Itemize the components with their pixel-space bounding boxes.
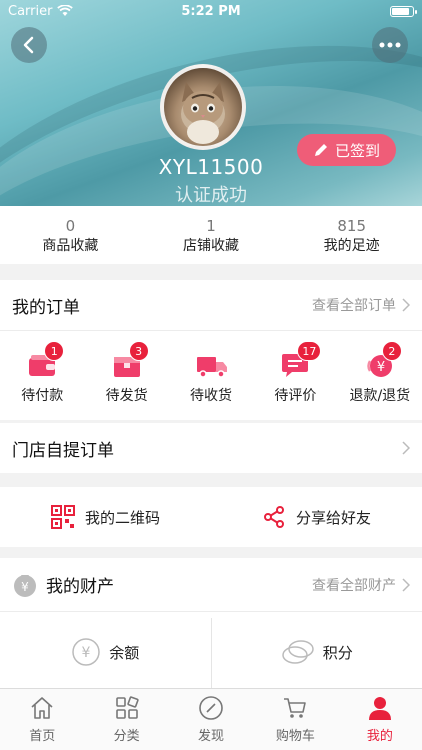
chevron-right-icon <box>402 577 410 592</box>
order-label: 待发货 <box>105 388 148 404</box>
avatar[interactable] <box>160 64 246 150</box>
order-label: 退款/退货 <box>349 388 411 404</box>
stat-count: 815 <box>337 217 366 235</box>
wealth-title: 我的财产 <box>46 577 114 597</box>
user-icon <box>368 697 391 720</box>
wifi-icon <box>57 5 74 16</box>
category-icon <box>115 696 139 719</box>
order-pending-payment[interactable]: 1 待付款 <box>0 331 84 420</box>
status-bar: Carrier 5:22 PM <box>0 0 422 22</box>
signin-button[interactable]: 已签到 <box>297 134 396 166</box>
tab-home[interactable]: 首页 <box>0 689 84 750</box>
chevron-right-icon <box>402 441 410 455</box>
svg-text:¥: ¥ <box>21 580 29 594</box>
order-badge: 3 <box>128 341 149 361</box>
order-pending-receipt[interactable]: 待收货 <box>169 331 253 420</box>
tab-label: 分类 <box>113 729 140 744</box>
share-to-friends-label: 分享给好友 <box>295 508 371 527</box>
orders-section: 我的订单 查看全部订单 1 待付款 3 待发货 待收货 17 待评价 ¥ 2 退… <box>0 280 422 420</box>
yuan-coin-icon: ¥ <box>72 638 100 666</box>
tab-label: 首页 <box>29 729 56 744</box>
view-all-orders-link[interactable]: 查看全部订单 <box>312 295 410 315</box>
orders-title: 我的订单 <box>12 297 80 318</box>
qrcode-icon <box>50 505 75 529</box>
orders-header[interactable]: 我的订单 查看全部订单 <box>0 280 422 330</box>
view-all-orders-label: 查看全部订单 <box>312 298 396 314</box>
tab-cart[interactable]: 购物车 <box>253 689 337 750</box>
wealth-section: ¥ 我的财产 查看全部财产 ¥ 余额 积分 <box>0 558 422 692</box>
order-label: 待收货 <box>190 388 233 404</box>
coins-icon <box>281 640 314 664</box>
pencil-icon <box>314 144 327 156</box>
store-pickup-section: 门店自提订单 <box>0 423 422 473</box>
bottom-tabbar: 首页 分类 发现 购物车 我的 <box>0 688 422 750</box>
back-button[interactable] <box>11 27 47 63</box>
stat-label: 店铺收藏 <box>183 238 239 254</box>
carrier-label: Carrier <box>8 3 53 19</box>
stat-footprints[interactable]: 815 我的足迹 <box>281 206 422 264</box>
stat-favorite-goods[interactable]: 0 商品收藏 <box>0 206 141 264</box>
my-qrcode-label: 我的二维码 <box>84 508 160 527</box>
order-label: 待付款 <box>21 388 64 404</box>
store-pickup-orders[interactable]: 门店自提订单 <box>0 423 422 473</box>
truck-icon <box>197 357 228 378</box>
tab-label: 发现 <box>198 729 225 744</box>
home-icon <box>31 697 53 719</box>
order-refund[interactable]: ¥ 2 退款/退货 <box>338 331 422 420</box>
battery-icon <box>390 5 417 17</box>
order-badge: 17 <box>297 341 322 361</box>
points-label: 积分 <box>322 643 353 662</box>
tab-mine[interactable]: 我的 <box>338 689 422 750</box>
signin-label: 已签到 <box>334 141 380 160</box>
view-all-wealth-label: 查看全部财产 <box>312 577 396 594</box>
chevron-right-icon <box>402 298 410 312</box>
stats-row: 0 商品收藏 1 店铺收藏 815 我的足迹 <box>0 206 422 264</box>
stat-count: 0 <box>65 217 76 235</box>
order-label: 待评价 <box>274 388 317 404</box>
stat-count: 1 <box>206 217 216 235</box>
stat-favorite-stores[interactable]: 1 店铺收藏 <box>141 206 282 264</box>
share-to-friends-button[interactable]: 分享给好友 <box>211 505 422 529</box>
tab-label: 我的 <box>366 729 393 744</box>
order-pending-review[interactable]: 17 待评价 <box>253 331 337 420</box>
my-qrcode-button[interactable]: 我的二维码 <box>0 505 211 529</box>
points-item[interactable]: 积分 <box>212 612 422 692</box>
verification-status: 认证成功 <box>175 185 247 206</box>
profile-header: XYL11500 认证成功 已签到 <box>0 0 422 206</box>
share-icon <box>263 506 284 528</box>
more-dots-icon <box>379 42 401 48</box>
order-badge: 2 <box>381 341 402 361</box>
tab-category[interactable]: 分类 <box>84 689 168 750</box>
back-chevron-icon <box>23 36 34 54</box>
order-pending-shipment[interactable]: 3 待发货 <box>84 331 168 420</box>
tab-discover[interactable]: 发现 <box>169 689 253 750</box>
wealth-header[interactable]: ¥ 我的财产 查看全部财产 <box>0 558 422 612</box>
order-badge: 1 <box>44 341 65 361</box>
view-all-wealth-link[interactable]: 查看全部财产 <box>312 575 410 595</box>
balance-item[interactable]: ¥ 余额 <box>0 612 211 692</box>
tab-label: 购物车 <box>275 729 315 744</box>
order-status-row: 1 待付款 3 待发货 待收货 17 待评价 ¥ 2 退款/退货 <box>0 330 422 420</box>
store-pickup-title: 门店自提订单 <box>12 440 114 461</box>
stat-label: 商品收藏 <box>42 238 99 254</box>
balance-label: 余额 <box>109 643 140 662</box>
share-section: 我的二维码 分享给好友 <box>0 487 422 547</box>
more-button[interactable] <box>372 27 408 63</box>
svg-text:¥: ¥ <box>377 360 385 375</box>
cart-icon <box>284 698 307 718</box>
money-bag-icon: ¥ <box>14 574 36 597</box>
svg-text:¥: ¥ <box>82 645 91 661</box>
stat-label: 我的足迹 <box>323 238 380 254</box>
compass-icon <box>199 696 223 720</box>
